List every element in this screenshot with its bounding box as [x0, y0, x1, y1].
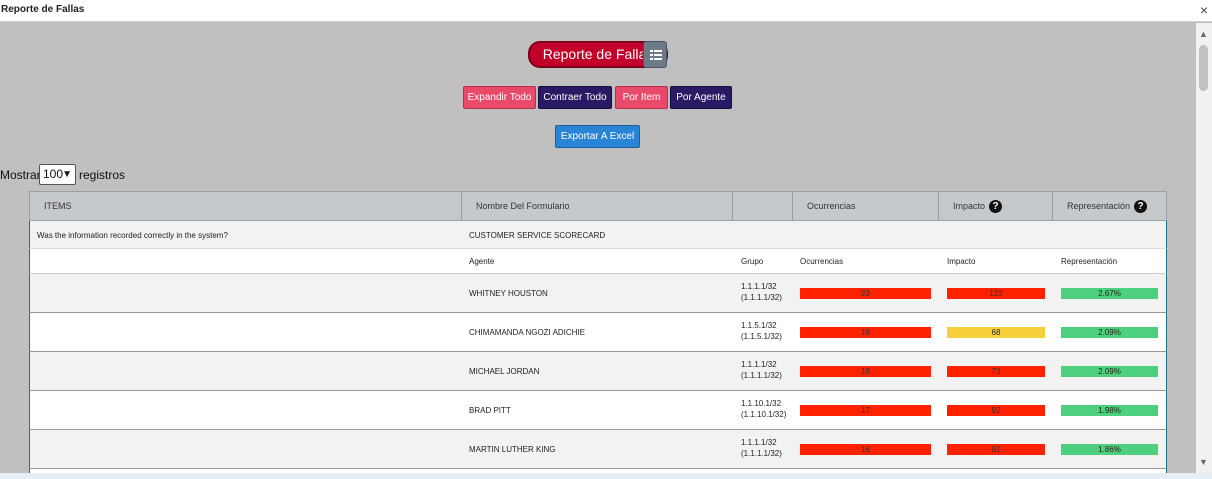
agent-name: MICHAEL JORDAN — [469, 367, 540, 376]
representation-bar: 2.67% — [1061, 288, 1158, 299]
help-icon[interactable]: ? — [989, 200, 1003, 214]
by-agent-button[interactable]: Por Agente — [670, 86, 732, 109]
agent-name: CHIMAMANDA NGOZI ADICHIE — [469, 328, 586, 337]
records-label: registros — [79, 168, 126, 182]
column-representation[interactable]: Representación? — [1053, 192, 1166, 220]
representation-bar: 1.98% — [1061, 405, 1158, 416]
bottom-bar — [0, 473, 1212, 479]
agent-name: BRAD PITT — [469, 406, 511, 415]
subheader-representation: Representación — [1061, 257, 1118, 266]
column-form[interactable]: Nombre Del Formulario — [462, 192, 733, 220]
representation-bar: 2.09% — [1061, 366, 1158, 377]
subheader-impact: Impacto — [947, 257, 976, 266]
table-row: CHIMAMANDA NGOZI ADICHIE 1.1.5.1/32 (1.1.… — [29, 313, 1167, 352]
agent-group: 1.1.1.1/32 (1.1.1.1/32) — [741, 282, 782, 302]
occurrences-bar: 16 — [800, 444, 931, 455]
representation-bar: 2.09% — [1061, 327, 1158, 338]
agent-group: 1.1.5.1/32 (1.1.5.1/32) — [741, 321, 782, 341]
occurrences-bar: 17 — [800, 405, 931, 416]
subheader-occurrences: Ocurrencias — [800, 257, 844, 266]
page-length-value: 100 — [43, 167, 64, 181]
table-row: MARTIN LUTHER KING 1.1.1.1/32 (1.1.1.1/32… — [29, 430, 1167, 469]
column-occurrences[interactable]: Ocurrencias — [793, 192, 939, 220]
item-form-name: CUSTOMER SERVICE SCORECARD — [469, 231, 606, 240]
column-items[interactable]: ITEMS — [30, 192, 462, 220]
occurrences-bar: 18 — [800, 327, 931, 338]
list-icon — [650, 50, 662, 60]
by-item-button[interactable]: Por Item — [615, 86, 668, 109]
agent-group: 1.1.1.1/32 (1.1.1.1/32) — [741, 360, 782, 380]
window-title: Reporte de Fallas — [1, 4, 85, 15]
scroll-up-icon[interactable]: ▲ — [1199, 29, 1208, 39]
subheader-agent: Agente — [469, 257, 495, 266]
agent-group: 1.1.1.1/32 (1.1.1.1/32) — [741, 438, 782, 458]
table-header: ITEMS Nombre Del Formulario Ocurrencias … — [29, 191, 1167, 221]
main-content: Reporte de Fallas Expandir Todo Contraer… — [0, 23, 1196, 473]
scrollbar-thumb[interactable] — [1199, 45, 1208, 91]
agent-name: WHITNEY HOUSTON — [469, 289, 548, 298]
occurrences-bar: 23 — [800, 288, 931, 299]
show-label: Mostrar — [0, 168, 41, 182]
impact-bar: 123 — [947, 288, 1045, 299]
chevron-down-icon: ▼ — [62, 169, 72, 180]
column-blank[interactable] — [733, 192, 793, 220]
item-question: Was the information recorded correctly i… — [37, 231, 228, 240]
item-group-row[interactable]: Was the information recorded correctly i… — [29, 221, 1167, 249]
scroll-down-icon[interactable]: ▼ — [1199, 457, 1208, 467]
collapse-all-button[interactable]: Contraer Todo — [538, 86, 612, 109]
representation-bar: 1.86% — [1061, 444, 1158, 455]
failures-table: ITEMS Nombre Del Formulario Ocurrencias … — [29, 191, 1167, 473]
close-icon[interactable]: × — [1200, 2, 1208, 18]
table-row: WHITNEY HOUSTON 1.1.1.1/32 (1.1.1.1/32) 2… — [29, 274, 1167, 313]
agent-name: MARTIN LUTHER KING — [469, 445, 556, 454]
agent-group: 1.1.10.1/32 (1.1.10.1/32) — [741, 399, 787, 419]
export-excel-button[interactable]: Exportar A Excel — [555, 125, 640, 148]
impact-bar: 68 — [947, 327, 1045, 338]
impact-bar: 73 — [947, 366, 1045, 377]
occurrences-bar: 18 — [800, 366, 931, 377]
help-icon[interactable]: ? — [1134, 200, 1148, 214]
table-row: MICHAEL JORDAN 1.1.1.1/32 (1.1.1.1/32) 18… — [29, 352, 1167, 391]
expand-all-button[interactable]: Expandir Todo — [463, 86, 536, 109]
subheader-group: Grupo — [741, 257, 764, 266]
window-titlebar: Reporte de Fallas × — [0, 0, 1212, 22]
vertical-scrollbar[interactable]: ▲ ▼ — [1196, 23, 1212, 473]
agent-subheader: Agente Grupo Ocurrencias Impacto Represe… — [29, 249, 1167, 274]
column-impact[interactable]: Impacto? — [939, 192, 1053, 220]
table-row: BRAD PITT 1.1.10.1/32 (1.1.10.1/32) 17 92… — [29, 391, 1167, 430]
impact-bar: 91 — [947, 444, 1045, 455]
impact-bar: 92 — [947, 405, 1045, 416]
list-view-button[interactable] — [643, 41, 667, 68]
page-length-select[interactable]: 100 ▼ — [39, 164, 76, 185]
